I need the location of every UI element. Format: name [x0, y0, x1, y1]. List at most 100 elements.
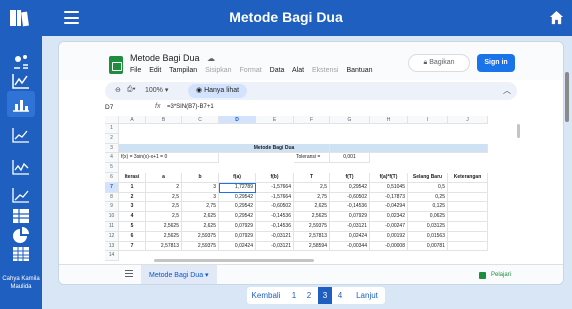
table-cell[interactable] [448, 231, 488, 242]
table-cell[interactable]: -0,03121 [256, 241, 294, 252]
table-cell[interactable]: -1,57664 [256, 192, 294, 203]
column-header-a[interactable]: A [119, 116, 146, 124]
page-2-button[interactable]: 2 [303, 287, 315, 304]
table-cell[interactable] [448, 192, 488, 203]
page-1-button[interactable]: 1 [288, 287, 300, 304]
function-icon[interactable] [11, 72, 31, 90]
table-cell[interactable]: 0,29542 [219, 192, 256, 203]
column-header-i[interactable]: I [408, 116, 448, 124]
column-header-e[interactable]: E [256, 116, 294, 124]
table-cell[interactable]: -0,60502 [330, 192, 370, 203]
table-cell[interactable]: 2,625 [182, 212, 219, 222]
table-cell[interactable]: -0,00344 [330, 241, 370, 252]
table-cell[interactable]: 2,58594 [294, 241, 330, 252]
menu-tools[interactable]: Alat [292, 67, 304, 74]
learn-icon[interactable] [479, 272, 486, 279]
menu-data[interactable]: Data [270, 67, 285, 74]
all-sheets-icon[interactable] [125, 270, 133, 278]
share-button[interactable]: 🔒︎ Bagikan [408, 54, 470, 72]
table-cell[interactable]: 0,02424 [219, 241, 256, 252]
table-cell[interactable]: 4 [119, 212, 146, 222]
bar-chart-icon[interactable] [11, 95, 31, 113]
column-header-d[interactable]: D [219, 116, 256, 124]
table-cell[interactable]: 2,5625 [146, 222, 182, 232]
table-cell[interactable]: 2,5 [146, 192, 182, 203]
table-cell[interactable]: -0,00008 [370, 241, 408, 252]
table-cell[interactable]: 2 [146, 182, 182, 193]
table-cell[interactable]: 3 [182, 182, 219, 193]
table-icon[interactable] [11, 207, 31, 225]
page-scrollbar[interactable] [565, 72, 569, 122]
table-cell[interactable]: 0,25 [408, 192, 448, 203]
table-cell[interactable]: 0,29542 [330, 182, 370, 193]
table-cell[interactable]: 6 [119, 231, 146, 242]
line-chart-icon[interactable] [11, 126, 31, 144]
table-cell[interactable]: 7 [119, 241, 146, 252]
table-cell[interactable]: 1 [119, 182, 146, 193]
transform-icon[interactable] [11, 53, 31, 71]
table-cell[interactable] [448, 222, 488, 232]
grid-vertical-scrollbar[interactable] [517, 124, 520, 138]
pie-chart-icon[interactable] [11, 226, 31, 244]
table-cell[interactable] [448, 182, 488, 193]
table-cell[interactable]: 2,57813 [146, 241, 182, 252]
table-cell[interactable] [448, 202, 488, 213]
column-header-j[interactable]: J [448, 116, 488, 124]
menu-edit[interactable]: Edit [149, 67, 161, 74]
spreadsheet-grid[interactable]: A B C D E F G H I J 1 2 3 4 5 6 7 8 9 10 11 12 13 14 Metode Bagi… [105, 116, 563, 264]
column-header-g[interactable]: G [330, 116, 370, 124]
row-header[interactable]: 6 [105, 173, 119, 183]
table-cell[interactable]: 2,75 [294, 192, 330, 203]
table-cell[interactable]: 3 [119, 202, 146, 213]
table-cell[interactable]: 2,5625 [146, 231, 182, 242]
cell-reference[interactable]: D7 [105, 104, 113, 111]
row-header[interactable]: 8 [105, 192, 119, 203]
formula-input[interactable]: =3*SIN(B7)-B7+1 [167, 104, 214, 110]
column-header-f[interactable]: F [294, 116, 330, 124]
home-icon[interactable] [549, 10, 564, 25]
table-cell[interactable]: 0,51045 [370, 182, 408, 193]
prev-page-button[interactable]: Kembali [247, 287, 285, 304]
table-cell[interactable]: 3 [182, 192, 219, 203]
column-header-c[interactable]: C [182, 116, 219, 124]
table-cell[interactable]: 1,72789 [219, 182, 256, 193]
page-4-button[interactable]: 4 [334, 287, 346, 304]
menu-view[interactable]: Tampilan [169, 67, 197, 74]
row-header[interactable]: 3 [105, 143, 119, 154]
table-cell[interactable]: 0,03125 [408, 222, 448, 232]
table-cell[interactable]: 2,57813 [294, 231, 330, 242]
table-cell[interactable]: 2,5625 [294, 212, 330, 222]
table-cell[interactable]: -0,03121 [256, 231, 294, 242]
table-cell[interactable]: 2,59375 [182, 231, 219, 242]
table-cell[interactable]: 0,00781 [408, 241, 448, 252]
view-only-mode[interactable]: ◉ Hanya lihat [188, 84, 248, 98]
table-cell[interactable]: 0,07929 [219, 222, 256, 232]
table-cell[interactable]: 2,5 [146, 202, 182, 213]
table-cell[interactable]: 2,59375 [294, 222, 330, 232]
table-cell[interactable]: 0,5 [408, 182, 448, 193]
row-header[interactable]: 7 [105, 182, 119, 193]
table-cell[interactable]: -0,14536 [256, 212, 294, 222]
table-cell[interactable]: -1,57664 [256, 182, 294, 193]
trend-chart-icon[interactable] [11, 186, 31, 204]
table-cell[interactable]: 0,02424 [330, 231, 370, 242]
table-cell[interactable]: 5 [119, 222, 146, 232]
row-header[interactable]: 12 [105, 231, 119, 242]
table-cell[interactable]: -0,17873 [370, 192, 408, 203]
table-cell[interactable]: 2,5 [294, 182, 330, 193]
table-cell[interactable]: 2,625 [294, 202, 330, 213]
row-header[interactable]: 14 [105, 251, 119, 262]
table-cell[interactable]: -0,60502 [256, 202, 294, 213]
table-cell[interactable]: -0,03121 [330, 222, 370, 232]
print-icon[interactable]: ⎙▾ [127, 86, 136, 94]
scatter-chart-icon[interactable] [11, 158, 31, 176]
table-cell[interactable]: 0,02342 [370, 212, 408, 222]
table-cell[interactable]: 2,59375 [182, 241, 219, 252]
table-cell[interactable]: 0,125 [408, 202, 448, 213]
grid-horizontal-scrollbar[interactable] [154, 259, 314, 262]
table-cell[interactable]: 2 [119, 192, 146, 203]
grid-corner[interactable] [105, 116, 119, 124]
next-page-button[interactable]: Lanjut [350, 287, 384, 304]
grid-icon[interactable] [11, 245, 31, 263]
table-cell[interactable]: 0,29542 [219, 212, 256, 222]
